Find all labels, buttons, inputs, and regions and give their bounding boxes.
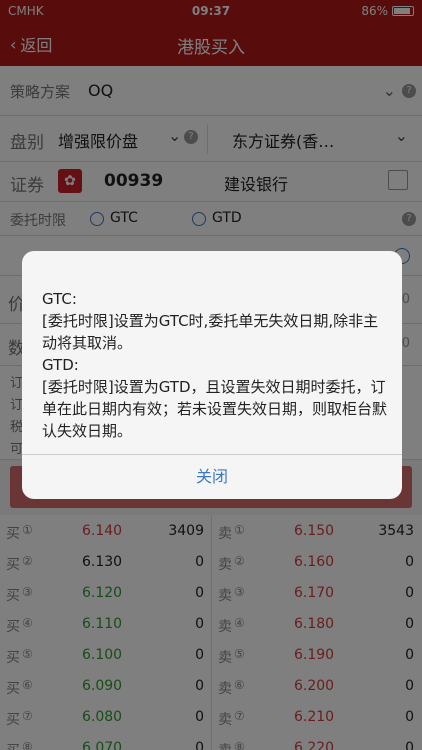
close-button[interactable]: 关闭 — [22, 455, 402, 499]
dialog-content: GTC: [委托时限]设置为GTC时,委托单无失效日期,除非主动将其取消。 GT… — [42, 288, 387, 442]
validity-help-dialog: GTC: [委托时限]设置为GTC时,委托单无失效日期,除非主动将其取消。 GT… — [22, 251, 402, 499]
gtd-title: GTD: — [42, 356, 79, 374]
gtc-title: GTC: — [42, 290, 77, 308]
gtc-body: [委托时限]设置为GTC时,委托单无失效日期,除非主动将其取消。 — [42, 312, 379, 352]
gtd-body: [委托时限]设置为GTD，且设置失效日期时委托，订单在此日期内有效；若未设置失效… — [42, 378, 388, 440]
